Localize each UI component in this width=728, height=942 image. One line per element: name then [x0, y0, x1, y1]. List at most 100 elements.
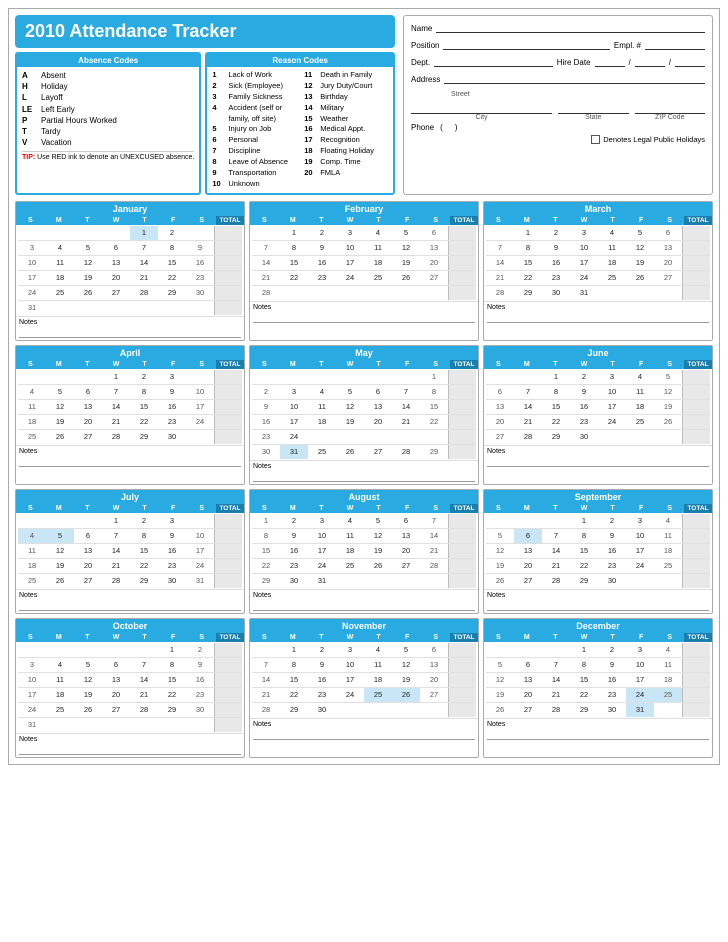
total-cell[interactable]: [448, 559, 476, 573]
total-cell[interactable]: [682, 658, 710, 672]
total-cell[interactable]: [448, 658, 476, 672]
notes-line[interactable]: [253, 472, 475, 482]
total-cell[interactable]: [214, 256, 242, 270]
holiday-checkbox[interactable]: [591, 135, 600, 144]
name-field[interactable]: [436, 21, 705, 33]
absence-codes-title: Absence Codes: [17, 54, 199, 67]
total-cell[interactable]: [448, 430, 476, 444]
total-cell[interactable]: [682, 688, 710, 702]
total-cell[interactable]: [448, 370, 476, 384]
total-cell[interactable]: [682, 514, 710, 528]
notes-line[interactable]: [487, 457, 709, 467]
notes-line[interactable]: [19, 328, 241, 338]
total-cell[interactable]: [682, 703, 710, 717]
total-cell[interactable]: [448, 241, 476, 255]
hire-year[interactable]: [675, 55, 705, 67]
notes-line[interactable]: [253, 730, 475, 740]
notes-line[interactable]: [487, 730, 709, 740]
day-header-f: F: [393, 360, 422, 369]
total-cell[interactable]: [448, 400, 476, 414]
total-cell[interactable]: [448, 703, 476, 717]
total-cell[interactable]: [682, 271, 710, 285]
dept-field[interactable]: [434, 55, 553, 67]
notes-line[interactable]: [19, 457, 241, 467]
total-cell[interactable]: [214, 301, 242, 315]
total-cell[interactable]: [682, 286, 710, 300]
total-cell[interactable]: [448, 529, 476, 543]
total-cell[interactable]: [214, 559, 242, 573]
total-cell[interactable]: [214, 385, 242, 399]
total-cell[interactable]: [682, 256, 710, 270]
total-cell[interactable]: [448, 271, 476, 285]
total-cell[interactable]: [448, 688, 476, 702]
total-cell[interactable]: [448, 415, 476, 429]
total-cell[interactable]: [214, 529, 242, 543]
total-cell[interactable]: [682, 544, 710, 558]
total-cell[interactable]: [214, 415, 242, 429]
day-cell: [654, 430, 682, 444]
total-cell[interactable]: [214, 688, 242, 702]
total-cell[interactable]: [214, 658, 242, 672]
total-cell[interactable]: [448, 544, 476, 558]
day-cell: 6: [420, 643, 448, 657]
total-cell[interactable]: [682, 643, 710, 657]
day-cell: 10: [570, 241, 598, 255]
total-cell[interactable]: [214, 400, 242, 414]
total-cell[interactable]: [682, 370, 710, 384]
notes-line[interactable]: [487, 313, 709, 323]
empl-field[interactable]: [645, 38, 705, 50]
hire-day[interactable]: [635, 55, 665, 67]
total-cell[interactable]: [682, 529, 710, 543]
total-cell[interactable]: [448, 256, 476, 270]
street-field[interactable]: [444, 72, 705, 84]
total-cell[interactable]: [214, 286, 242, 300]
notes-line[interactable]: [253, 313, 475, 323]
notes-line[interactable]: [487, 601, 709, 611]
total-cell[interactable]: [682, 241, 710, 255]
notes-line[interactable]: [253, 601, 475, 611]
total-cell[interactable]: [214, 241, 242, 255]
day-cell: 19: [364, 544, 392, 558]
total-cell[interactable]: [448, 445, 476, 459]
total-cell[interactable]: [214, 514, 242, 528]
day-header-w: W: [570, 504, 599, 513]
total-cell[interactable]: [214, 703, 242, 717]
zip-field[interactable]: [635, 102, 706, 114]
state-field[interactable]: [558, 102, 629, 114]
total-cell[interactable]: [448, 286, 476, 300]
total-cell[interactable]: [214, 673, 242, 687]
total-cell[interactable]: [214, 643, 242, 657]
total-cell[interactable]: [682, 385, 710, 399]
day-cell: 11: [598, 241, 626, 255]
total-cell[interactable]: [682, 400, 710, 414]
total-cell[interactable]: [214, 370, 242, 384]
position-field[interactable]: [443, 38, 609, 50]
total-cell[interactable]: [682, 673, 710, 687]
notes-line[interactable]: [19, 745, 241, 755]
total-cell[interactable]: [682, 226, 710, 240]
city-field[interactable]: [411, 102, 552, 114]
calendar-body: 1234567891011121314151617181920212223242…: [16, 225, 244, 316]
total-cell[interactable]: [214, 544, 242, 558]
total-cell[interactable]: [448, 673, 476, 687]
total-cell[interactable]: [682, 574, 710, 588]
total-cell[interactable]: [448, 226, 476, 240]
day-cell: 23: [280, 559, 308, 573]
total-cell[interactable]: [214, 430, 242, 444]
total-cell[interactable]: [682, 415, 710, 429]
total-cell[interactable]: [448, 514, 476, 528]
total-cell[interactable]: [448, 574, 476, 588]
notes-line[interactable]: [19, 601, 241, 611]
total-cell[interactable]: [448, 385, 476, 399]
total-cell[interactable]: [682, 559, 710, 573]
total-cell[interactable]: [214, 574, 242, 588]
total-cell[interactable]: [214, 271, 242, 285]
day-cell: 26: [74, 286, 102, 300]
hire-month[interactable]: [595, 55, 625, 67]
total-cell[interactable]: [214, 226, 242, 240]
total-cell[interactable]: [214, 718, 242, 732]
day-cell: 11: [18, 400, 46, 414]
day-cell: 23: [308, 688, 336, 702]
total-cell[interactable]: [448, 643, 476, 657]
total-cell[interactable]: [682, 430, 710, 444]
